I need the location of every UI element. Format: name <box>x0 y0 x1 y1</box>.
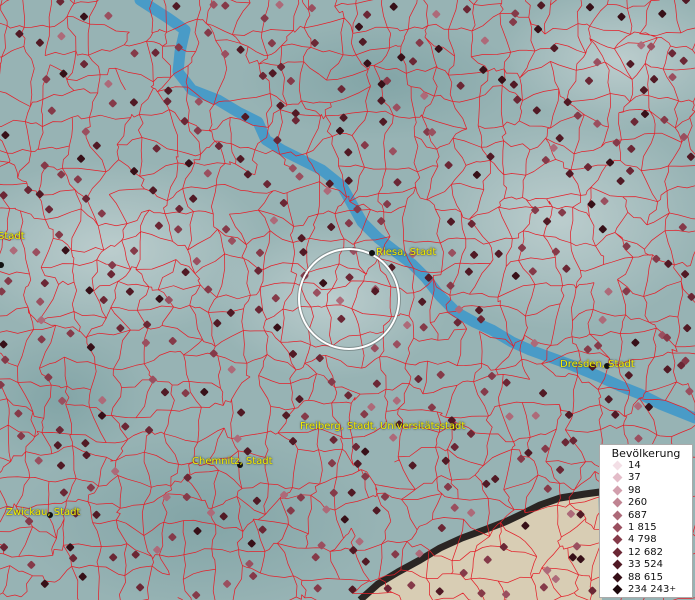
legend-swatch <box>612 534 623 545</box>
legend-swatch <box>612 497 623 508</box>
city-label-zwickau[interactable]: Zwickau, Stadt <box>6 507 80 518</box>
city-label-dresden[interactable]: Dresden, Stadt <box>560 359 635 370</box>
legend-value: 88 615 <box>628 571 663 583</box>
legend-value: 98 <box>628 484 641 496</box>
legend-row: 4 798 <box>600 534 692 546</box>
legend-value: 33 524 <box>628 559 663 571</box>
legend-swatch <box>612 584 623 595</box>
legend-value: 234 243+ <box>628 584 676 595</box>
legend-row: 687 <box>600 510 692 522</box>
legend-swatch <box>612 485 623 496</box>
legend-swatch <box>612 472 623 483</box>
legend-swatch <box>612 460 623 471</box>
city-dot-riesa <box>369 250 375 256</box>
legend-swatch <box>612 510 623 521</box>
city-label-riesa[interactable]: Riesa, Stadt <box>376 247 436 258</box>
legend-value: 14 <box>628 460 641 471</box>
legend-value-text: 234 243 <box>628 583 670 595</box>
legend-value: 687 <box>628 509 648 521</box>
legend-swatch <box>612 547 623 558</box>
legend-title: Bevölkerung <box>611 447 681 460</box>
legend-row: 37 <box>600 472 692 484</box>
legend-swatch <box>612 559 623 570</box>
legend-row: 1 815 <box>600 522 692 534</box>
legend-row: 260 <box>600 497 692 509</box>
city-label-left-edge[interactable]: Stadt <box>0 231 25 242</box>
city-label-freiberg[interactable]: Freiberg, Stadt, Universitätsstadt <box>300 421 465 432</box>
legend-value: 260 <box>628 497 648 509</box>
legend-row: 234 243+ <box>600 584 692 596</box>
population-legend: Bevölkerung 14 37 98 260 687 1 815 4 798… <box>599 444 693 598</box>
legend-row: 98 <box>600 485 692 497</box>
legend-value: 1 815 <box>628 521 657 533</box>
legend-row: 33 524 <box>600 559 692 571</box>
legend-row: 88 615 <box>600 572 692 584</box>
legend-value: 37 <box>628 472 641 484</box>
legend-row: 14 <box>600 460 692 472</box>
map-canvas[interactable] <box>0 0 695 600</box>
legend-row: 12 682 <box>600 547 692 559</box>
legend-swatch <box>612 522 623 533</box>
city-label-chemnitz[interactable]: Chemnitz, Stadt <box>192 456 273 467</box>
legend-rows: 14 37 98 260 687 1 815 4 798 12 682 33 5… <box>600 460 692 596</box>
legend-swatch <box>612 572 623 582</box>
legend-value: 4 798 <box>628 534 657 546</box>
legend-plus-sign: + <box>669 583 677 593</box>
legend-value: 12 682 <box>628 546 663 558</box>
